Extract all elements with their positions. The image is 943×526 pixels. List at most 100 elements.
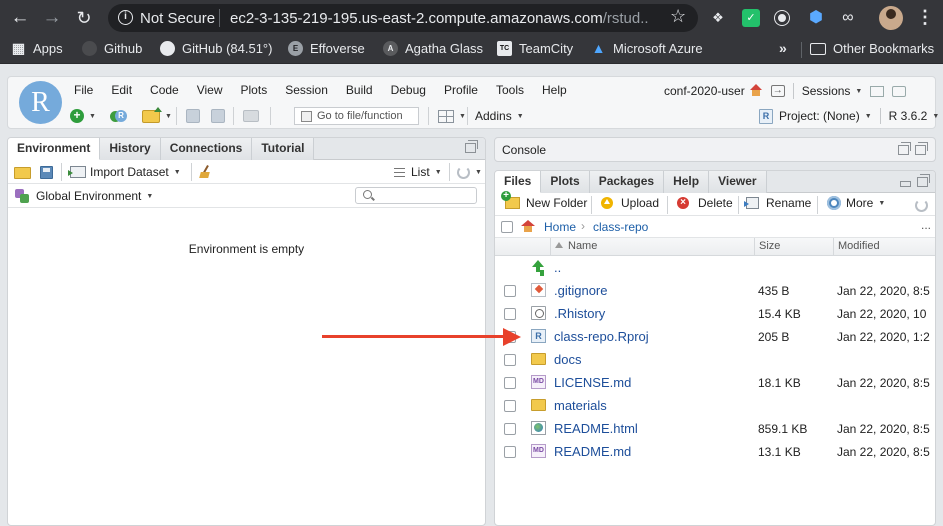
save-button[interactable] [186,108,200,124]
minimize-pane-icon[interactable] [900,181,911,187]
file-row[interactable]: materials [495,394,935,417]
file-checkbox[interactable] [504,446,516,458]
menu-file[interactable]: File [74,83,93,97]
forward-icon[interactable]: → [40,6,64,30]
home-icon[interactable] [749,84,763,97]
breadcrumb-home[interactable]: Home [544,220,576,234]
file-row[interactable]: README.html 859.1 KB Jan 22, 2020, 8:5 [495,417,935,440]
menu-debug[interactable]: Debug [391,83,426,97]
file-name[interactable]: .gitignore [554,283,607,298]
menu-plots[interactable]: Plots [241,83,268,97]
sign-out-icon[interactable]: → [770,85,785,97]
refresh-button[interactable]: ▼ [457,164,482,180]
menu-tools[interactable]: Tools [496,83,524,97]
restore-pane-icon[interactable] [898,142,911,155]
select-all-checkbox[interactable] [501,221,513,233]
menu-session[interactable]: Session [285,83,328,97]
tab-environment[interactable]: Environment [8,138,101,160]
menu-profile[interactable]: Profile [444,83,478,97]
file-row[interactable]: MD LICENSE.md 18.1 KB Jan 22, 2020, 8:5 [495,371,935,394]
session-quit-icon[interactable] [892,85,907,97]
open-file-button[interactable]: ▼ [142,106,172,124]
menu-icon[interactable]: ⋮ [916,6,934,28]
console-pane[interactable]: Console [494,137,936,162]
info-icon[interactable]: i [118,10,133,25]
file-name[interactable]: README.html [554,421,638,436]
menu-code[interactable]: Code [150,83,179,97]
file-checkbox[interactable] [504,285,516,297]
environment-search-input[interactable] [355,187,477,204]
file-name[interactable]: class-repo.Rproj [554,329,649,344]
breadcrumb-class-repo[interactable]: class-repo [593,220,648,234]
menu-help[interactable]: Help [542,83,567,97]
view-mode-menu[interactable]: List ▼ [394,164,442,180]
tab-tutorial[interactable]: Tutorial [252,138,315,160]
menu-view[interactable]: View [197,83,223,97]
bookmark-agatha-glass[interactable]: A Agatha Glass [383,41,483,56]
go-to-file-input[interactable]: Go to file/function [294,107,419,125]
sessions-menu[interactable]: Sessions [802,84,851,98]
dropbox-icon[interactable]: ❖ [709,9,727,27]
load-workspace-button[interactable] [14,165,31,181]
file-checkbox[interactable] [504,400,516,412]
reload-icon[interactable]: ↻ [72,6,96,30]
tab-files[interactable]: Files [495,171,542,193]
profile-avatar[interactable] [879,6,903,30]
new-project-button[interactable] [110,108,127,124]
file-checkbox[interactable] [504,308,516,320]
file-row[interactable]: MD README.md 13.1 KB Jan 22, 2020, 8:5 [495,440,935,463]
tab-help[interactable]: Help [664,171,710,193]
file-row[interactable]: Rclass-repo.Rproj 205 B Jan 22, 2020, 1:2 [495,325,935,348]
tab-viewer[interactable]: Viewer [709,171,767,193]
extension-icon[interactable]: ⬢ [807,9,825,27]
name-column-header[interactable]: Name [550,238,754,256]
bookmark-teamcity[interactable]: TC TeamCity [497,41,573,56]
refresh-button[interactable] [915,197,928,213]
extension-icon[interactable]: ∞ [839,9,857,27]
addins-menu[interactable]: Addins ▼ [475,108,524,124]
maximize-pane-icon[interactable] [465,140,478,153]
back-icon[interactable]: ← [8,6,32,30]
home-icon[interactable] [521,220,535,233]
bookmark-github[interactable]: Github [82,41,142,56]
menu-edit[interactable]: Edit [111,83,132,97]
bookmark-effoverse[interactable]: E Effoverse [288,41,365,56]
file-name[interactable]: .Rhistory [554,306,605,321]
address-bar[interactable]: i Not Secure ec2-3-135-219-195.us-east-2… [108,4,698,32]
modified-column-header[interactable]: Modified [833,238,935,256]
clear-workspace-button[interactable] [199,164,213,180]
print-button[interactable] [243,108,259,124]
file-checkbox[interactable] [504,354,516,366]
file-row[interactable]: docs [495,348,935,371]
tab-connections[interactable]: Connections [160,138,253,160]
new-folder-button[interactable]: New Folder [501,191,587,210]
size-column-header[interactable]: Size [754,238,833,256]
file-name[interactable]: materials [554,398,607,413]
bookmarks-overflow-button[interactable]: » [779,40,787,56]
tab-plots[interactable]: Plots [541,171,590,193]
import-dataset-button[interactable]: Import Dataset ▼ [68,164,181,180]
upload-button[interactable]: Upload [601,196,659,210]
tab-history[interactable]: History [100,138,161,160]
save-all-button[interactable] [211,108,225,124]
extension-icon[interactable]: ✓ [742,9,760,27]
r-version-label[interactable]: R 3.6.2 [889,109,928,123]
file-name[interactable]: docs [554,352,581,367]
file-row[interactable]: .gitignore 435 B Jan 22, 2020, 8:5 [495,279,935,302]
more-menu[interactable]: More ▼ [827,196,885,210]
bookmark-other[interactable]: Other Bookmarks [810,41,934,56]
project-menu[interactable]: R Project: (None) ▼ R 3.6.2 ▼ [759,108,939,124]
breadcrumb-more-button[interactable]: ... [921,218,931,232]
tab-packages[interactable]: Packages [589,171,665,193]
file-name[interactable]: LICENSE.md [554,375,631,390]
bookmark-microsoft-azure[interactable]: ▲ Microsoft Azure [591,41,703,57]
menu-build[interactable]: Build [346,83,373,97]
workspace-panes-button[interactable]: ▼ [438,108,466,124]
console-title[interactable]: Console [502,143,546,157]
environment-scope-menu[interactable]: Global Environment ▼ [15,188,153,204]
file-name[interactable]: README.md [554,444,631,459]
save-workspace-button[interactable] [40,164,53,180]
bookmark-github-8451[interactable]: GitHub (84.51°) [160,41,272,56]
file-checkbox[interactable] [504,377,516,389]
file-checkbox[interactable] [504,423,516,435]
